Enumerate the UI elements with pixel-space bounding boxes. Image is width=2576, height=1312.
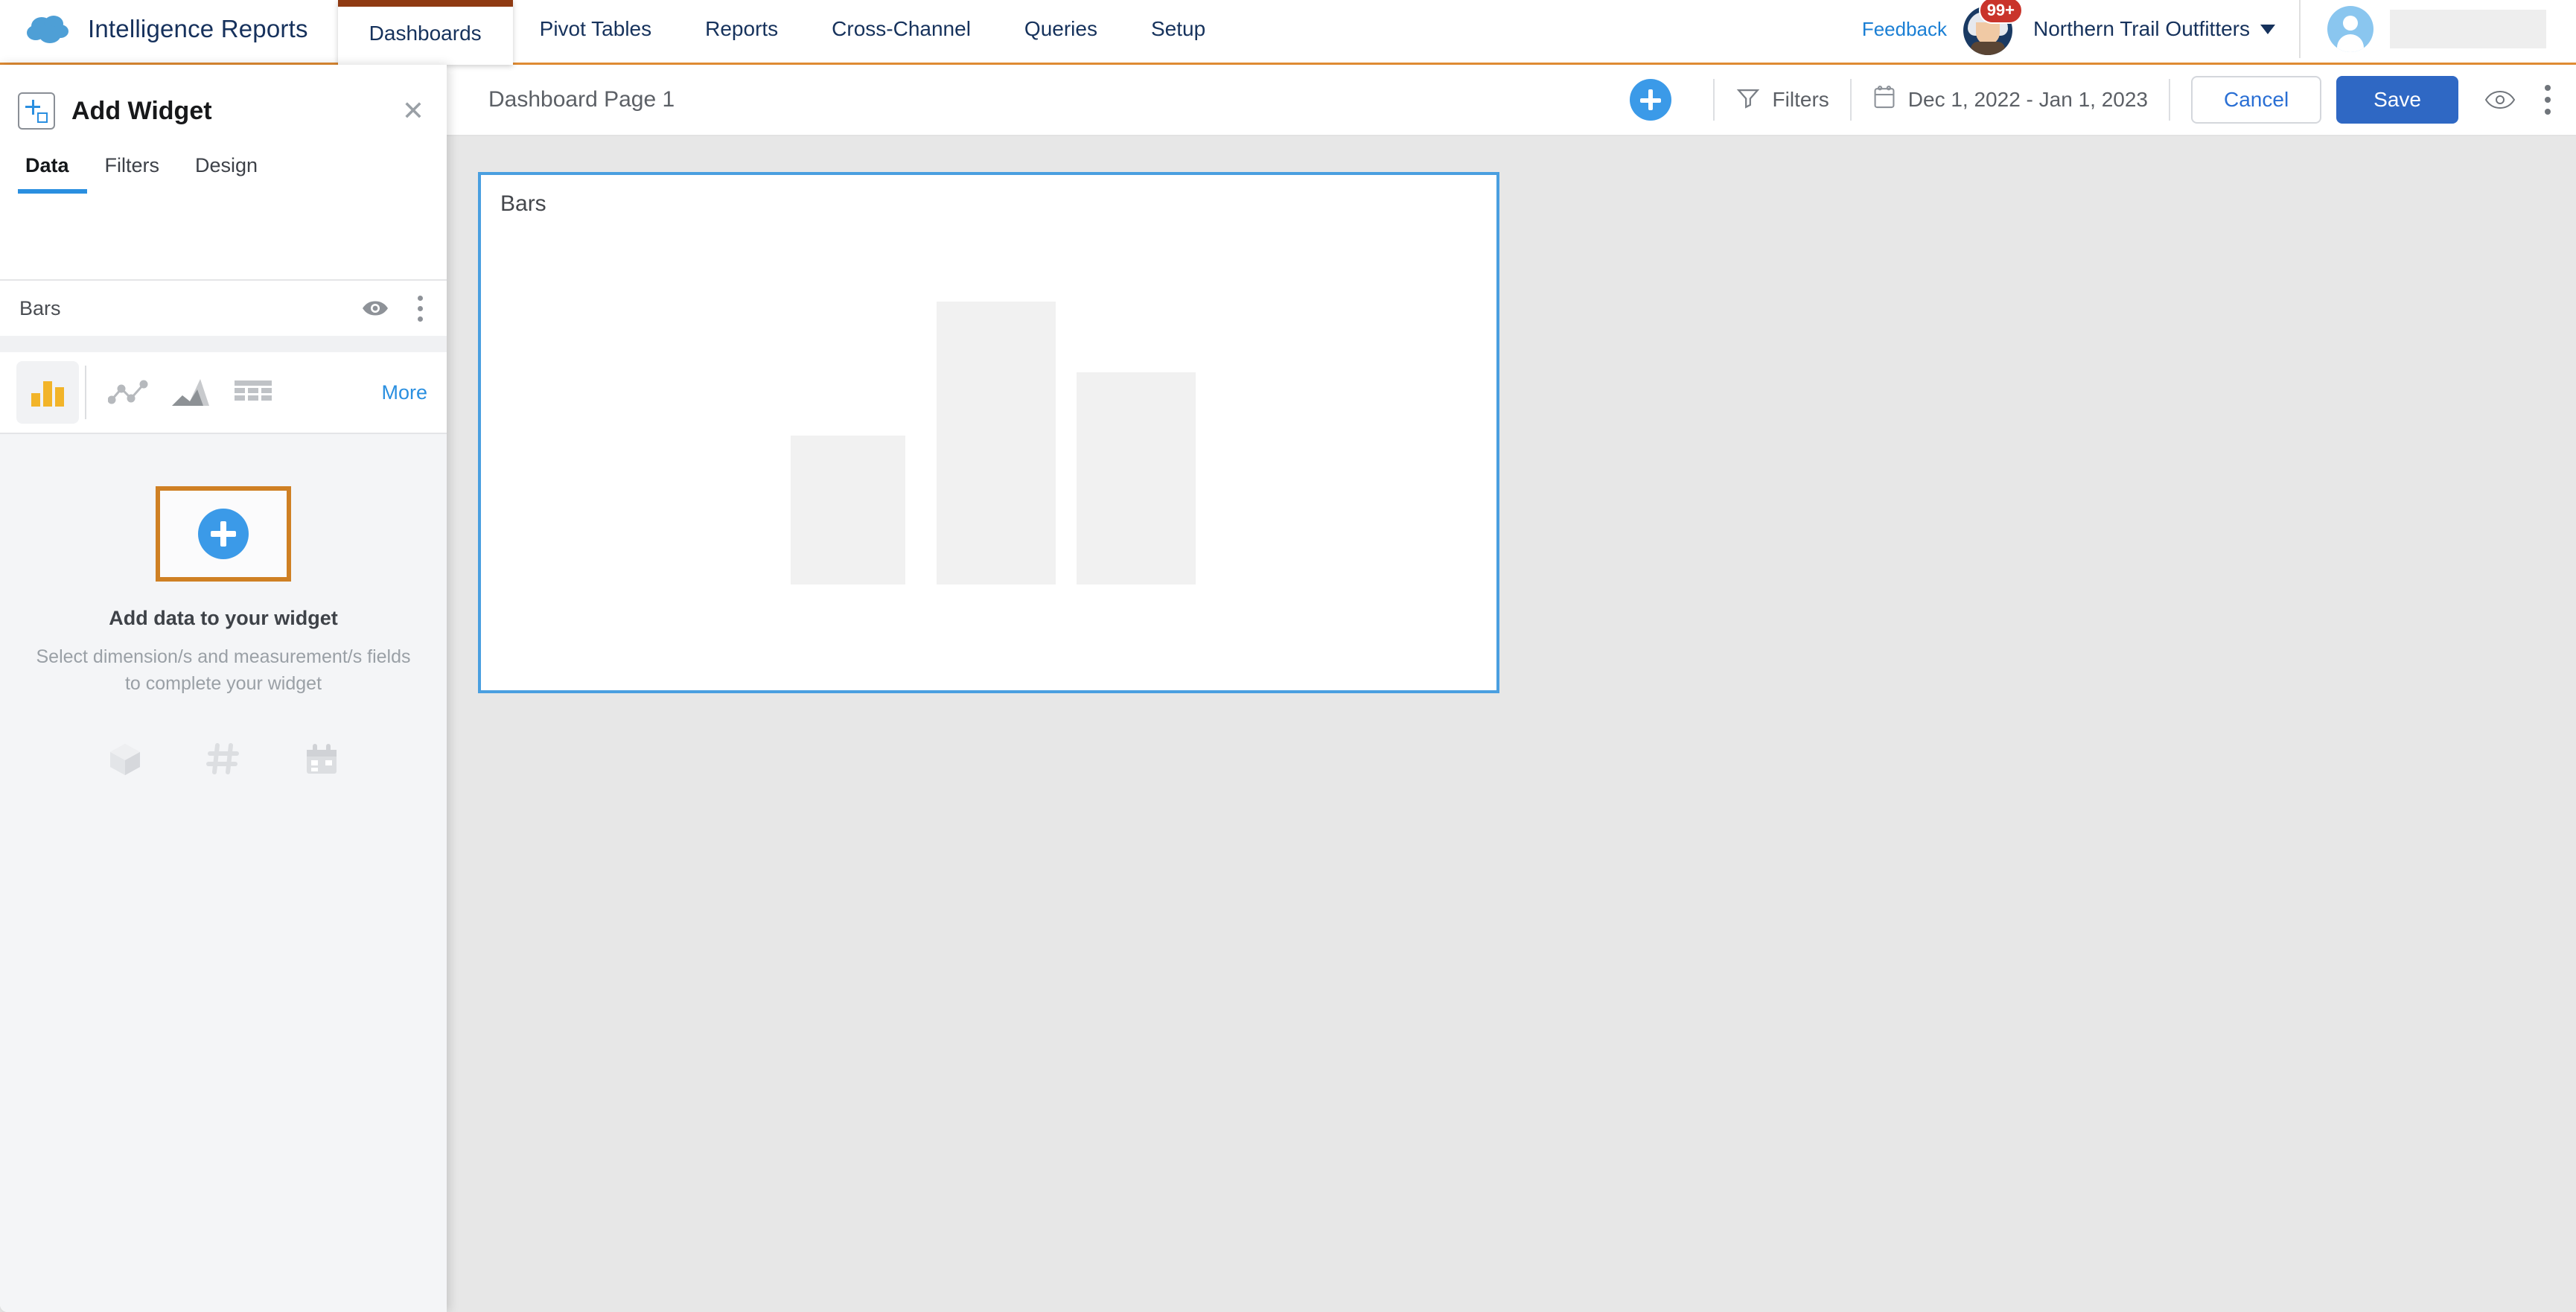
chart-type-selector: More [0, 352, 447, 433]
date-range-label: Dec 1, 2022 - Jan 1, 2023 [1907, 88, 2148, 111]
nav-tab-label: Dashboards [369, 21, 482, 45]
area-chart-icon[interactable] [159, 361, 222, 424]
toolbar-divider [2169, 79, 2170, 121]
salesforce-cloud-icon [25, 13, 71, 45]
tab-filters[interactable]: Filters [87, 154, 178, 194]
placeholder-bar [937, 302, 1056, 585]
nav-tab-setup[interactable]: Setup [1124, 0, 1232, 58]
toolbar-actions: Filters Dec 1, 2022 - Jan 1, 2023 Cancel… [1629, 76, 2554, 124]
tab-data[interactable]: Data [18, 154, 87, 194]
calendar-icon [1872, 85, 1896, 115]
page-title: Dashboard Page 1 [488, 87, 675, 112]
primary-nav-tabs: Dashboards Pivot Tables Reports Cross-Ch… [337, 0, 1232, 65]
cancel-button[interactable]: Cancel [2191, 76, 2322, 124]
account-area[interactable] [2301, 6, 2576, 52]
series-kebab-menu-icon[interactable] [415, 293, 426, 325]
widget-square [37, 112, 48, 123]
funnel-icon [1735, 85, 1761, 115]
chevron-down-icon [2260, 24, 2275, 34]
nav-tab-queries[interactable]: Queries [998, 0, 1124, 58]
date-calendar-icon[interactable] [302, 739, 341, 778]
tab-design[interactable]: Design [177, 154, 275, 194]
placeholder-bar [1077, 372, 1196, 585]
table-icon[interactable] [222, 361, 284, 424]
dimension-cube-icon[interactable] [106, 739, 144, 778]
avatar-body [2337, 34, 2364, 52]
kebab-dot [418, 316, 423, 322]
series-separator [0, 336, 447, 352]
add-widget-panel: Add Widget ✕ Data Filters Design Bars Mo… [0, 65, 447, 1312]
account-name-placeholder [2390, 10, 2546, 48]
preview-eye-icon[interactable] [2484, 89, 2516, 111]
nav-tab-cross-channel[interactable]: Cross-Channel [805, 0, 998, 58]
field-type-icons [106, 739, 341, 778]
chart-type-divider [85, 366, 86, 419]
panel-header: Add Widget ✕ [0, 65, 447, 136]
nav-tab-label: Reports [705, 17, 779, 40]
panel-tabs: Data Filters Design [0, 136, 447, 194]
bar-chart-icon[interactable] [16, 361, 79, 424]
nav-tab-label: Setup [1150, 17, 1206, 40]
app-root: Intelligence Reports Dashboards Pivot Ta… [0, 0, 2576, 1312]
app-title: Intelligence Reports [88, 15, 308, 42]
measurement-hash-icon[interactable] [204, 739, 243, 778]
org-switcher[interactable]: Northern Trail Outfitters [2033, 17, 2299, 41]
org-name-label: Northern Trail Outfitters [2033, 17, 2250, 40]
bars-widget[interactable]: Bars [478, 172, 1499, 693]
add-widget-icon [18, 92, 55, 130]
panel-title: Add Widget [71, 96, 212, 125]
notification-badge: 99+ [1978, 0, 2024, 24]
close-icon[interactable]: ✕ [402, 98, 424, 124]
series-actions [361, 293, 426, 325]
toolbar-divider [1712, 79, 1715, 121]
toolbar-kebab-menu-icon[interactable] [2542, 82, 2554, 118]
nav-tab-dashboards[interactable]: Dashboards [337, 0, 513, 65]
empty-state-subtitle: Select dimension/s and measurement/s fie… [36, 646, 411, 695]
brand-area: Intelligence Reports [0, 0, 338, 58]
bar-chart-placeholder [481, 288, 1496, 690]
top-navigation-bar: Intelligence Reports Dashboards Pivot Ta… [0, 0, 2576, 65]
placeholder-bar [791, 436, 905, 585]
more-chart-types-link[interactable]: More [381, 381, 427, 404]
empty-state-title: Add data to your widget [109, 607, 338, 629]
topnav-right-cluster: Feedback 99+ Northern Trail Outfitters [1862, 0, 2576, 58]
nav-tab-label: Queries [1024, 17, 1097, 40]
einstein-body [1971, 42, 2006, 55]
avatar-head [2343, 16, 2358, 31]
series-visibility-eye-icon[interactable] [361, 299, 389, 317]
series-row: Bars [0, 281, 447, 336]
save-button[interactable]: Save [2336, 76, 2458, 124]
kebab-dot [418, 305, 423, 311]
plus-vertical [31, 100, 34, 115]
add-widget-plus-icon[interactable] [1629, 79, 1671, 121]
nav-tab-label: Cross-Channel [832, 17, 971, 40]
filters-button[interactable]: Filters [1735, 85, 1829, 115]
filters-label: Filters [1772, 88, 1829, 111]
widget-title: Bars [500, 191, 546, 216]
nav-tab-reports[interactable]: Reports [678, 0, 805, 58]
kebab-dot [2545, 109, 2551, 115]
widget-empty-state: Add data to your widget Select dimension… [0, 434, 447, 1312]
feedback-link[interactable]: Feedback [1862, 18, 1947, 41]
line-chart-icon[interactable] [97, 361, 159, 424]
date-range-picker[interactable]: Dec 1, 2022 - Jan 1, 2023 [1872, 85, 2148, 115]
plus-circle-icon [198, 509, 249, 559]
kebab-dot [2545, 97, 2551, 103]
toolbar-divider [1849, 79, 1852, 121]
dashboard-canvas[interactable]: Bars [447, 136, 2576, 1312]
dashboard-toolbar: Dashboard Page 1 Filters Dec 1, 2022 - J… [447, 65, 2576, 136]
add-data-button[interactable] [156, 486, 291, 582]
series-name-label: Bars [19, 296, 61, 319]
einstein-assistant-icon[interactable]: 99+ [1960, 0, 2024, 57]
nav-tab-pivot-tables[interactable]: Pivot Tables [513, 0, 678, 58]
kebab-dot [2545, 85, 2551, 91]
user-avatar-icon [2327, 6, 2373, 52]
nav-tab-label: Pivot Tables [539, 17, 652, 40]
kebab-dot [418, 295, 423, 301]
